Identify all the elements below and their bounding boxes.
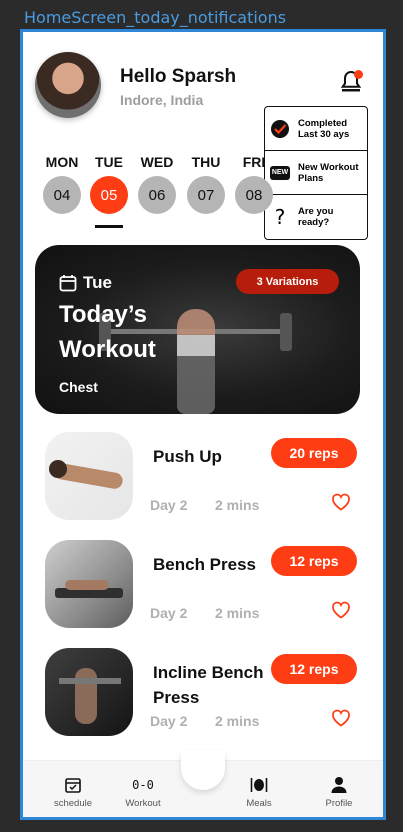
user-icon [309, 775, 369, 795]
active-day-indicator [95, 225, 123, 228]
exercise-row-push-up[interactable]: Push Up 20 reps Day 2 2 mins [23, 432, 383, 532]
frame-label: HomeScreen_today_notifications [24, 8, 287, 27]
hero-day: Tue [59, 273, 112, 293]
week-day-selector: MON 04 TUE 05 WED 06 THU 07 FRI 08 [23, 154, 383, 224]
day-label: THU [191, 154, 221, 170]
day-tue[interactable]: TUE 05 [90, 154, 128, 214]
day-wed[interactable]: WED 06 [138, 154, 176, 214]
exercise-row-bench-press[interactable]: Bench Press 12 reps Day 2 2 mins [23, 540, 383, 640]
day-number: 06 [138, 176, 176, 214]
day-label: WED [140, 154, 174, 170]
notification-dot [354, 70, 363, 79]
todays-workout-card[interactable]: Tue Today’s Workout Chest 3 Variations [35, 245, 360, 414]
nav-meals[interactable]: Meals [229, 775, 289, 809]
check-circle-icon [270, 119, 290, 139]
hero-muscle-group: Chest [59, 379, 98, 395]
day-mon[interactable]: MON 04 [43, 154, 81, 214]
day-label: TUE [95, 154, 123, 170]
day-number: 07 [187, 176, 225, 214]
exercise-duration: 2 mins [215, 713, 260, 729]
exercise-image [45, 432, 133, 520]
day-label: FRI [242, 154, 266, 170]
dumbbell-icon: 0-0 [113, 775, 173, 795]
reps-badge[interactable]: 12 reps [271, 654, 357, 684]
day-thu[interactable]: THU 07 [187, 154, 225, 214]
heart-icon[interactable] [331, 492, 351, 512]
nav-schedule[interactable]: schedule [43, 775, 103, 809]
notification-text: Completed Last 30 ays [298, 117, 350, 140]
day-fri[interactable]: FRI 08 [235, 154, 273, 214]
day-label: MON [45, 154, 79, 170]
nav-label: schedule [53, 798, 93, 809]
exercise-duration: 2 mins [215, 497, 260, 513]
nav-label: Workout [125, 798, 161, 809]
exercise-day: Day 2 [150, 605, 188, 621]
reps-badge[interactable]: 20 reps [271, 438, 357, 468]
exercise-image [45, 540, 133, 628]
exercise-duration: 2 mins [215, 605, 260, 621]
calendar-icon [59, 275, 77, 292]
location: Indore, India [120, 92, 204, 108]
barbell-plate [280, 313, 292, 351]
exercise-day: Day 2 [150, 713, 188, 729]
exercise-day: Day 2 [150, 497, 188, 513]
exercise-name: Incline Bench Press [153, 663, 264, 707]
greeting: Hello Sparsh [120, 66, 237, 87]
nav-workout[interactable]: 0-0 Workout [113, 775, 173, 809]
avatar[interactable] [35, 52, 101, 118]
notification-item-completed[interactable]: Completed Last 30 ays [265, 107, 367, 151]
home-screen: Hello Sparsh Indore, India Completed Las… [20, 29, 386, 820]
exercise-row-incline-bench-press[interactable]: Incline Bench Press 12 reps Day 2 2 mins [23, 648, 383, 748]
hero-title: Today’s Workout [59, 301, 156, 363]
fork-knife-icon [229, 775, 289, 795]
reps-badge[interactable]: 12 reps [271, 546, 357, 576]
exercise-name: Bench Press [153, 555, 256, 574]
day-number: 08 [235, 176, 273, 214]
exercise-name: Push Up [153, 447, 222, 466]
variations-badge[interactable]: 3 Variations [236, 269, 339, 294]
day-number: 04 [43, 176, 81, 214]
dumbbell-glyph: 0-0 [132, 778, 154, 792]
nav-profile[interactable]: Profile [309, 775, 369, 809]
day-number: 05 [90, 176, 128, 214]
calendar-check-icon [43, 775, 103, 795]
heart-icon[interactable] [331, 600, 351, 620]
heart-icon[interactable] [331, 708, 351, 728]
hero-day-label: Tue [83, 273, 112, 292]
nav-label: Profile [325, 798, 353, 809]
nav-label: Meals [246, 798, 272, 809]
exercise-image [45, 648, 133, 736]
